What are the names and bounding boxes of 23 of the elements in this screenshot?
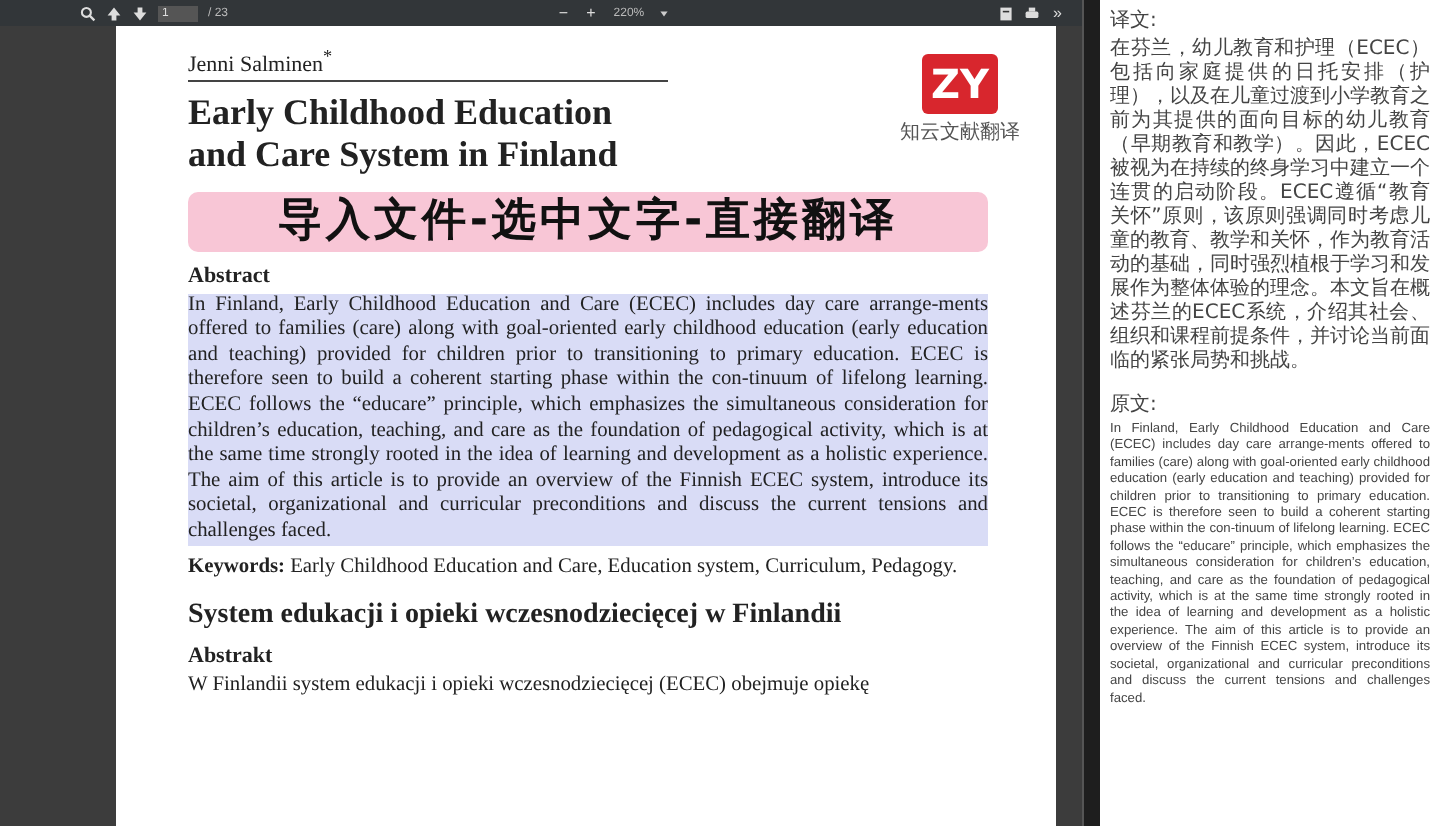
document-icon[interactable]: [997, 5, 1014, 21]
printer-icon[interactable]: [1023, 5, 1040, 21]
translation-heading: 译文:: [1110, 7, 1159, 34]
translation-text: 在芬兰，幼儿教育和护理（ECEC）包括向家庭提供的日托安排（护理），以及在儿童过渡到小学教育之前为其提供的面向目标的幼儿教育（早期教育和教学）。因此，ECEC被视为在持续的终身学习中建立一个连贯的启动阶段。ECEC遵循“教育关怀”原则，该原则强调同时考虑儿童的教育、教学和关怀，作为教育活动的基础，同时强烈植根于学习和发展作为整体体验的理念。本文旨在概述芬兰的ECEC系统，介绍其社会、组织和课程前提条件，并讨论当前面临的紧张局势和挑战。: [1110, 38, 1430, 374]
original-heading: 原文:: [1110, 391, 1159, 418]
polish-paragraph: W Finlandii system edukacji i opieki wczesnodziecięcej (ECEC) obejmuje opiekę: [188, 674, 872, 700]
expand-button[interactable]: »: [1049, 3, 1066, 23]
search-icon[interactable]: [80, 5, 96, 21]
zoom-in-button[interactable]: +: [582, 3, 600, 23]
article-title: Early Childhood Education and Care System in Finland: [188, 91, 618, 176]
up-arrow-icon[interactable]: [106, 5, 122, 21]
logo-caption: 知云文献翻译: [900, 119, 1020, 146]
logo-mark: ZY: [921, 54, 999, 114]
section-heading: System edukacji i opieki wczesnodziecięcej w Finlandii: [188, 600, 844, 633]
zoom-out-button[interactable]: −: [554, 3, 573, 23]
abstrakt-heading: Abstrakt: [188, 644, 275, 669]
down-arrow-icon[interactable]: [132, 5, 148, 21]
caption-banner: 导入文件-选中文字-直接翻译: [188, 191, 988, 252]
abstract-paragraph[interactable]: In Finland, Early Childhood Education and Care (ECEC) includes day care arrange-ments offered to families (care) along with goal-oriented early childhood education (early education and teaching) provided for children prior to transitioning to primary education. ECEC is therefore seen to build a coherent starting phase within the con-tinuum of lifelong learning. ECEC follows the “educare” principle, which emphasizes the simultaneous consideration for children’s education, teaching, and care as the foundation of pedagogical activity, which is at the same time strongly rooted in the idea of learning and development as a holistic experience. The aim of this article is to provide an overview of the Finnish ECEC system, introduce its societal, organizational and curricular preconditions and discuss the current tensions and challenges faced.: [188, 293, 988, 546]
keywords-text: Keywords: Early Childhood Education and Care, Education system, Curriculum, Pedagogy.: [188, 555, 960, 581]
caret-icon[interactable]: [658, 7, 671, 19]
abstract-heading: Abstract: [188, 263, 272, 288]
author-name: Jenni Salminen$^{*}$: [188, 46, 668, 82]
